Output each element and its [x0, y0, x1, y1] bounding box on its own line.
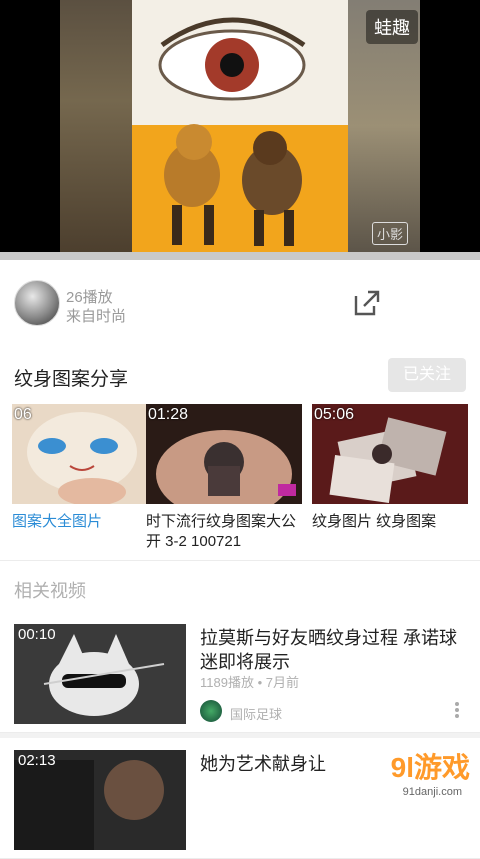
related-videos-header: 相关视频 — [0, 560, 480, 614]
site-logo: 9l游戏 — [390, 752, 470, 783]
thumbnail-duration: 06 — [14, 406, 32, 423]
album-thumbnail[interactable]: 06 — [12, 404, 168, 504]
album-item-caption[interactable]: 纹身图片 纹身图案 — [312, 512, 468, 532]
album-thumbnail[interactable]: 01:28 — [146, 404, 302, 504]
player-blur-left — [60, 0, 132, 252]
share-icon[interactable] — [352, 288, 382, 318]
album-item[interactable]: 06 图案大全图片 — [12, 404, 168, 532]
thumbnail-image — [12, 404, 168, 504]
channel-avatar[interactable] — [200, 700, 222, 722]
thumbnail-duration: 05:06 — [314, 406, 355, 423]
related-video-title[interactable]: 拉莫斯与好友晒纹身过程 承诺球迷即将展示 — [200, 626, 470, 674]
site-watermark: 9l游戏 91danji.com — [350, 742, 480, 800]
play-count: 26播放 — [66, 289, 113, 306]
album-item[interactable]: 01:28 时下流行纹身图案大公开 3-2 100721 — [146, 404, 302, 552]
album-thumbnails: 06 图案大全图片 01:28 时下流行纹身图案大公开 3-2 100721 0… — [12, 404, 472, 554]
video-frame-illustration — [132, 0, 348, 252]
related-video-duration: 02:13 — [18, 752, 56, 769]
album-item[interactable]: 05:06 纹身图片 纹身图案 — [312, 404, 468, 532]
follow-button[interactable]: 已关注 — [388, 358, 466, 392]
player-logo-watermark: 小影 — [372, 222, 409, 245]
video-source: 来自时尚 — [66, 308, 127, 325]
video-frame — [132, 0, 348, 252]
video-info-row: 26播放 来自时尚 — [0, 260, 480, 345]
video-progress-bar[interactable] — [0, 252, 480, 260]
related-video-item[interactable]: 00:10 拉莫斯与好友晒纹身过程 承诺球迷即将展示 1189播放 • 7月前 … — [0, 612, 480, 733]
video-player[interactable]: 蛙趣 小影 — [0, 0, 480, 252]
album-item-caption[interactable]: 时下流行纹身图案大公开 3-2 100721 — [146, 512, 302, 552]
uploader-avatar[interactable] — [14, 280, 60, 326]
site-url: 91danji.com — [402, 786, 462, 798]
related-video-thumbnail[interactable]: 02:13 — [14, 750, 186, 850]
album-title: 纹身图案分享 — [14, 369, 129, 390]
related-videos-title: 相关视频 — [14, 581, 86, 601]
channel-name[interactable]: 国际足球 — [230, 704, 282, 723]
album-section: 纹身图案分享 已关注 06 图案大全图片 01:28 时下流行纹身图案大公开 3… — [0, 344, 480, 560]
thumbnail-duration: 01:28 — [148, 406, 189, 423]
related-video-duration: 00:10 — [18, 626, 56, 643]
player-watermark: 蛙趣 — [366, 10, 418, 44]
more-options-icon[interactable] — [454, 700, 460, 722]
album-item-caption[interactable]: 图案大全图片 — [12, 512, 168, 532]
related-video-thumbnail[interactable]: 00:10 — [14, 624, 186, 724]
album-thumbnail[interactable]: 05:06 — [312, 404, 468, 504]
related-video-meta: 1189播放 • 7月前 — [200, 675, 299, 690]
